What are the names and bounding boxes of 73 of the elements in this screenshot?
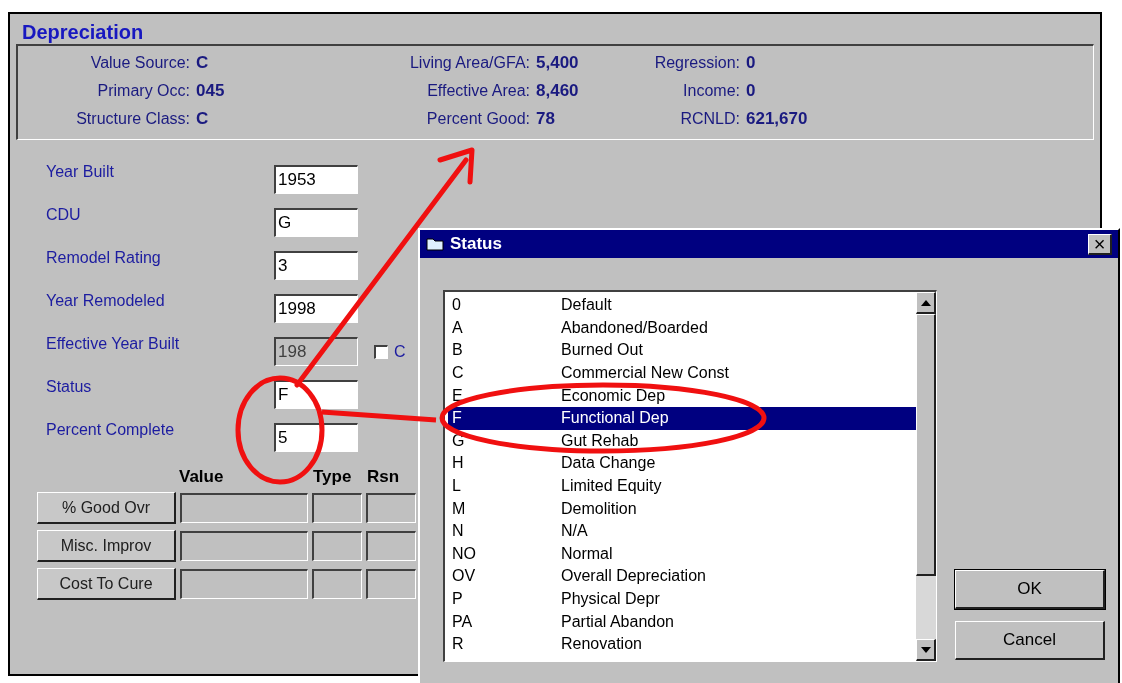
field-label: Effective Year Built (46, 334, 181, 354)
checkbox-label: C (394, 341, 406, 362)
value-field[interactable] (180, 569, 308, 599)
summary-value: 0 (745, 80, 756, 102)
summary-value: 0 (745, 52, 756, 74)
summary-label: Living Area/GFA: (408, 53, 530, 73)
summary-label: Value Source: (89, 53, 190, 73)
reason-field[interactable] (366, 493, 416, 523)
override-button[interactable]: % Good Ovr (37, 492, 176, 524)
input-field[interactable]: G (274, 208, 358, 237)
list-item[interactable]: H Data Change (448, 452, 916, 475)
reason-field[interactable] (366, 531, 416, 561)
field-label: Year Remodeled (46, 291, 166, 311)
value-field[interactable] (180, 531, 308, 561)
summary-value: 5,400 (535, 52, 579, 74)
input-field[interactable]: 3 (274, 251, 358, 280)
close-button[interactable]: × (1088, 233, 1112, 255)
folder-icon (426, 237, 444, 251)
reason-field[interactable] (366, 569, 416, 599)
list-item[interactable]: N N/A (448, 519, 916, 543)
list-item[interactable]: E Economic Dep (448, 384, 916, 407)
list-item[interactable]: R Renovation (448, 632, 916, 656)
window-title: Depreciation (21, 20, 145, 44)
column-header: Type (313, 465, 353, 488)
dialog-button[interactable]: Cancel (955, 621, 1105, 660)
list-item[interactable]: NO Normal (448, 542, 916, 566)
list-item[interactable]: M Demolition (448, 497, 916, 520)
scrollbar[interactable] (916, 292, 936, 661)
field-label: Status (46, 377, 93, 397)
input-field[interactable]: 5 (274, 423, 358, 452)
summary-value: 78 (535, 108, 555, 130)
summary-value: 045 (195, 80, 225, 102)
down-arrow-icon (920, 646, 931, 653)
input-field[interactable]: 1953 (274, 165, 358, 194)
summary-value: 8,460 (535, 80, 579, 102)
up-arrow-icon (920, 299, 931, 306)
summary-label: Percent Good: (425, 109, 530, 129)
list-item[interactable]: PA Partial Abandon (448, 610, 916, 633)
list-item[interactable]: OV Overall Depreciation (448, 565, 916, 588)
summary-label: RCNLD: (679, 109, 740, 129)
column-header: Value (179, 465, 225, 488)
field-label: Percent Complete (46, 420, 176, 440)
column-header: Rsn (367, 465, 400, 488)
field-label: CDU (46, 205, 82, 225)
summary-value: C (195, 108, 209, 130)
summary-label: Primary Occ: (96, 81, 190, 101)
scroll-thumb[interactable] (916, 314, 936, 576)
list-item[interactable]: L Limited Equity (448, 474, 916, 498)
input-field[interactable]: 1998 (274, 294, 358, 323)
scroll-down-button[interactable] (916, 639, 936, 661)
list-item[interactable]: P Physical Depr (448, 587, 916, 611)
summary-label: Regression: (653, 53, 740, 73)
list-item[interactable]: F Functional Dep (448, 406, 916, 430)
summary-label: Income: (682, 81, 740, 101)
field-label: Remodel Rating (46, 248, 162, 268)
list-item[interactable]: B Burned Out (448, 339, 916, 362)
dialog-title: Status (450, 233, 503, 256)
summary-label: Structure Class: (75, 109, 190, 129)
list-item[interactable]: 0 Default (448, 294, 916, 317)
field-label: Year Built (46, 162, 115, 182)
summary-value: 621,670 (745, 108, 808, 130)
override-button[interactable]: Cost To Cure (37, 568, 176, 600)
list-item[interactable]: A Abandoned/Boarded (448, 316, 916, 340)
scroll-up-button[interactable] (916, 292, 936, 314)
value-field[interactable] (180, 493, 308, 523)
summary-value: C (195, 52, 209, 74)
type-field[interactable] (312, 493, 362, 523)
type-field[interactable] (312, 531, 362, 561)
list-item[interactable]: C Commercial New Const (448, 361, 916, 385)
summary-label: Effective Area: (426, 81, 530, 101)
dialog-button[interactable]: OK (955, 570, 1105, 609)
type-field[interactable] (312, 569, 362, 599)
override-button[interactable]: Misc. Improv (37, 530, 176, 562)
